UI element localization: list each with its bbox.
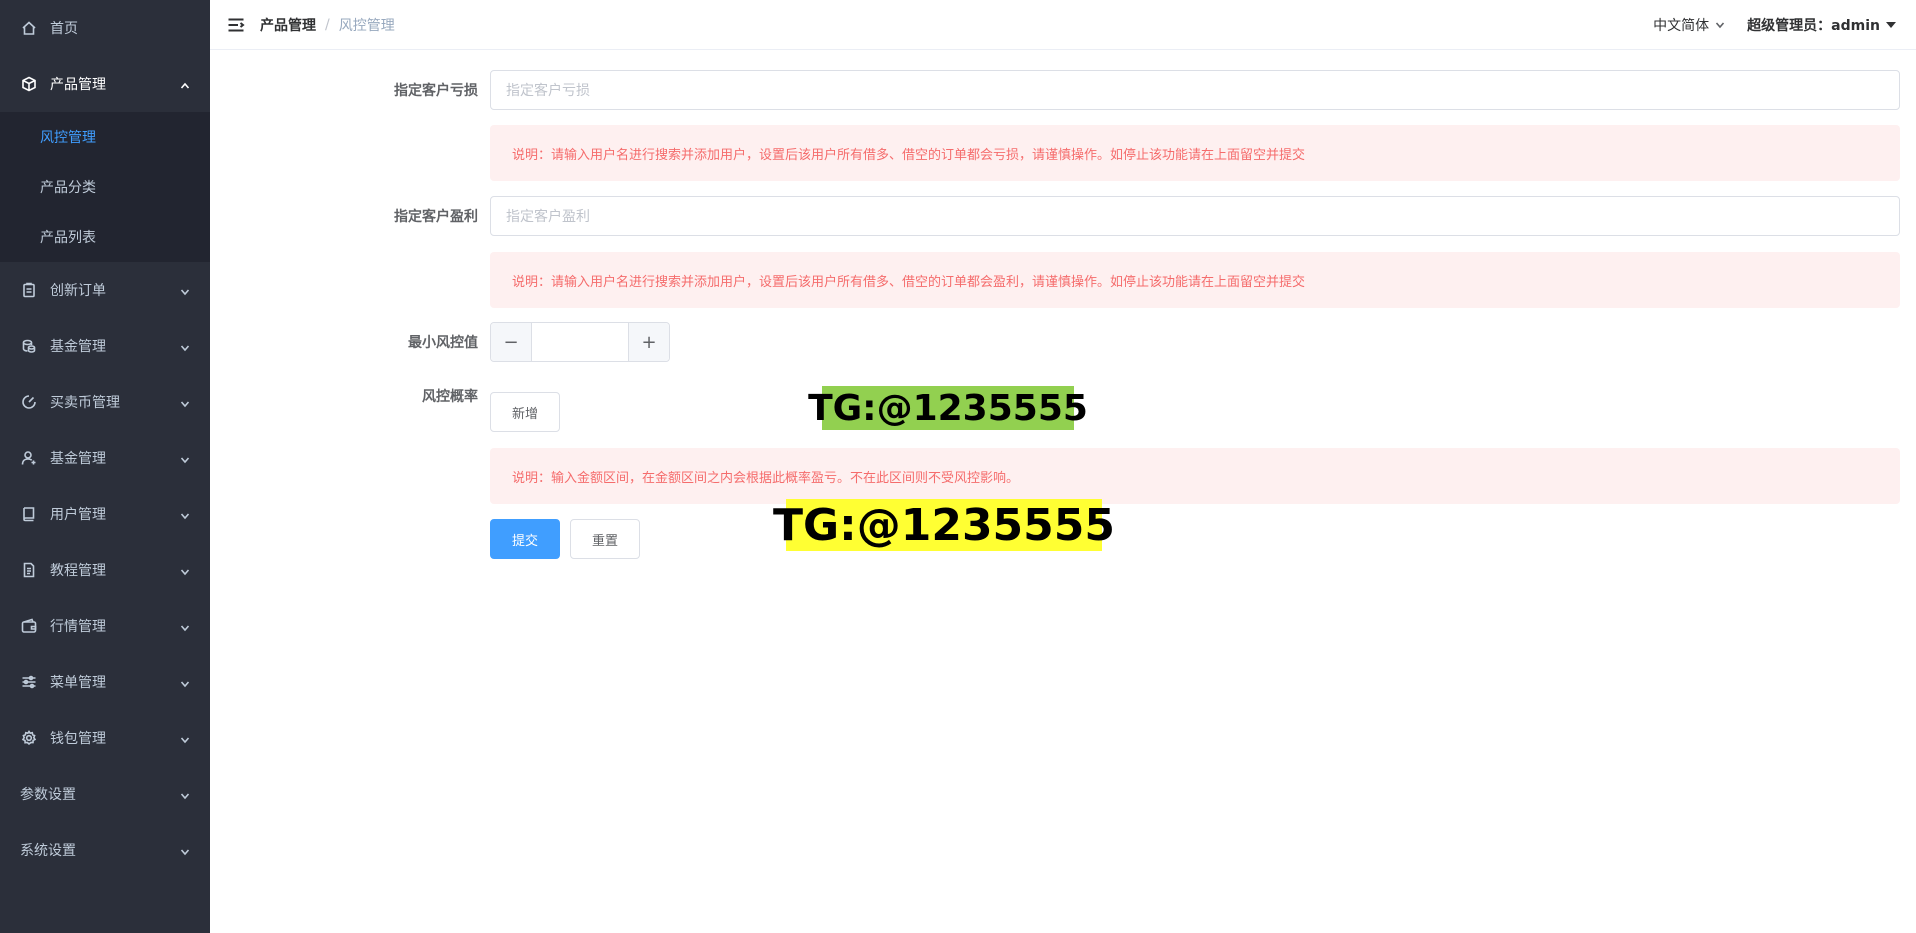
sidebar-item-coin-trading[interactable]: 买卖币管理 xyxy=(0,374,210,430)
sidebar-item-label: 菜单管理 xyxy=(50,675,106,691)
sidebar-item-system-settings[interactable]: 系统设置 xyxy=(0,822,210,878)
chevron-down-icon xyxy=(180,677,190,688)
caret-down-icon xyxy=(1886,22,1896,28)
sidebar-item-home[interactable]: 首页 xyxy=(0,0,210,56)
sidebar-item-label: 创新订单 xyxy=(50,283,106,299)
clipboard-icon xyxy=(20,281,38,299)
profit-note: 说明：请输入用户名进行搜索并添加用户，设置后该用户所有借多、借空的订单都会盈利，… xyxy=(490,252,1900,308)
chevron-down-icon xyxy=(180,565,190,576)
reset-button[interactable]: 重置 xyxy=(570,519,640,559)
document-icon xyxy=(20,561,38,579)
sliders-icon xyxy=(20,673,38,691)
top-navbar: 产品管理 / 风控管理 中文简体 超级管理员：admin xyxy=(210,0,1916,50)
chevron-down-icon xyxy=(180,453,190,464)
sidebar-item-fund-management-2[interactable]: 基金管理 xyxy=(0,430,210,486)
decrease-button[interactable]: − xyxy=(491,323,532,361)
hamburger-icon[interactable] xyxy=(226,15,246,35)
gauge-icon xyxy=(20,393,38,411)
chevron-down-icon xyxy=(1716,22,1725,29)
add-button[interactable]: 新增 xyxy=(490,392,560,432)
profit-note-text: 说明：请输入用户名进行搜索并添加用户，设置后该用户所有借多、借空的订单都会盈利，… xyxy=(512,274,1306,290)
probability-note-text: 说明：输入金额区间，在金额区间之内会根据此概率盈亏。不在此区间则不受风控影响。 xyxy=(512,470,1020,486)
increase-button[interactable]: + xyxy=(628,323,669,361)
user-icon xyxy=(20,449,38,467)
sidebar-item-product-management[interactable]: 产品管理 xyxy=(0,56,210,112)
minus-icon: − xyxy=(503,331,519,353)
submit-button-label: 提交 xyxy=(511,533,538,549)
breadcrumb-current: 风控管理 xyxy=(338,17,395,34)
main-content: 指定客户亏损 指定客户亏损 说明：请输入用户名进行搜索并添加用户，设置后该用户所… xyxy=(210,51,1916,933)
watermark-text: TG:@1235555 xyxy=(772,499,1116,551)
loss-note-text: 说明：请输入用户名进行搜索并添加用户，设置后该用户所有借多、借空的订单都会亏损，… xyxy=(512,147,1306,163)
plus-icon: + xyxy=(641,331,657,353)
chevron-down-icon xyxy=(180,341,190,352)
user-name: 超级管理员：admin xyxy=(1747,18,1880,34)
profit-input-placeholder: 指定客户盈利 xyxy=(506,209,590,225)
watermark-text: TG:@1235555 xyxy=(808,387,1088,429)
sidebar-subitem-product-category[interactable]: 产品分类 xyxy=(0,162,210,212)
min-risk-label: 最小风控值 xyxy=(408,335,478,351)
chevron-up-icon xyxy=(180,79,190,89)
breadcrumb-separator: / xyxy=(325,16,330,33)
sidebar-item-label: 教程管理 xyxy=(50,563,106,579)
sidebar-item-label: 用户管理 xyxy=(50,507,106,523)
sidebar-item-label: 钱包管理 xyxy=(50,731,106,747)
sidebar-item-market-management[interactable]: 行情管理 xyxy=(0,598,210,654)
min-risk-stepper[interactable]: − + xyxy=(490,322,670,362)
breadcrumb-item[interactable]: 产品管理 xyxy=(260,15,316,35)
profit-label: 指定客户盈利 xyxy=(394,209,478,225)
submit-button[interactable]: 提交 xyxy=(490,519,560,559)
chevron-down-icon xyxy=(180,509,190,520)
sidebar-item-label: 基金管理 xyxy=(50,339,106,355)
chevron-down-icon xyxy=(180,789,190,800)
home-icon xyxy=(20,19,38,37)
language-label: 中文简体 xyxy=(1653,18,1710,34)
watermark-green: TG:@1235555 xyxy=(808,386,1088,430)
reset-button-label: 重置 xyxy=(591,533,618,549)
sidebar-item-menu-management[interactable]: 菜单管理 xyxy=(0,654,210,710)
wallet-icon xyxy=(20,617,38,635)
loss-note: 说明：请输入用户名进行搜索并添加用户，设置后该用户所有借多、借空的订单都会亏损，… xyxy=(490,125,1900,181)
sidebar-item-label: 参数设置 xyxy=(20,787,76,803)
box-icon xyxy=(20,75,38,93)
breadcrumb: 产品管理 / 风控管理 xyxy=(260,15,395,35)
sidebar-item-label: 系统设置 xyxy=(20,843,76,859)
sidebar-subitem-risk-control[interactable]: 风控管理 xyxy=(0,112,210,162)
chevron-down-icon xyxy=(180,397,190,408)
risk-probability-label: 风控概率 xyxy=(422,389,478,405)
min-risk-value[interactable] xyxy=(532,323,628,361)
sidebar-item-innovation-orders[interactable]: 创新订单 xyxy=(0,262,210,318)
sidebar-item-wallet-management[interactable]: 钱包管理 xyxy=(0,710,210,766)
sidebar-item-label: 基金管理 xyxy=(50,451,106,467)
probability-note: 说明：输入金额区间，在金额区间之内会根据此概率盈亏。不在此区间则不受风控影响。 xyxy=(490,448,1900,504)
loss-label: 指定客户亏损 xyxy=(394,83,478,99)
header-right: 中文简体 超级管理员：admin xyxy=(1653,0,1896,50)
gear-icon xyxy=(20,729,38,747)
watermark-yellow: TG:@1235555 xyxy=(773,499,1115,551)
sidebar-item-label: 买卖币管理 xyxy=(50,395,120,411)
coins-icon xyxy=(20,337,38,355)
sidebar-item-parameter-settings[interactable]: 参数设置 xyxy=(0,766,210,822)
sidebar-item-user-management[interactable]: 用户管理 xyxy=(0,486,210,542)
user-dropdown[interactable]: 超级管理员：admin xyxy=(1747,15,1896,35)
sidebar-item-label: 行情管理 xyxy=(50,619,106,635)
chevron-down-icon xyxy=(180,845,190,856)
sidebar-item-label: 产品管理 xyxy=(50,77,106,93)
sidebar-subitem-product-list[interactable]: 产品列表 xyxy=(0,212,210,262)
chevron-down-icon xyxy=(180,285,190,296)
chevron-down-icon xyxy=(180,621,190,632)
chevron-down-icon xyxy=(180,733,190,744)
sidebar: 首页 产品管理 风控管理 产品分类 产品列表 创新订单 基金管理 买卖币管理 基… xyxy=(0,0,210,933)
language-dropdown[interactable]: 中文简体 xyxy=(1653,15,1725,35)
book-icon xyxy=(20,505,38,523)
profit-input[interactable]: 指定客户盈利 xyxy=(490,196,1900,236)
add-button-label: 新增 xyxy=(511,406,538,422)
submenu-product-management: 风控管理 产品分类 产品列表 xyxy=(0,112,210,262)
loss-input[interactable]: 指定客户亏损 xyxy=(490,70,1900,110)
loss-input-placeholder: 指定客户亏损 xyxy=(506,83,590,99)
sidebar-item-fund-management[interactable]: 基金管理 xyxy=(0,318,210,374)
sidebar-item-tutorial-management[interactable]: 教程管理 xyxy=(0,542,210,598)
sidebar-item-label: 首页 xyxy=(50,21,78,37)
